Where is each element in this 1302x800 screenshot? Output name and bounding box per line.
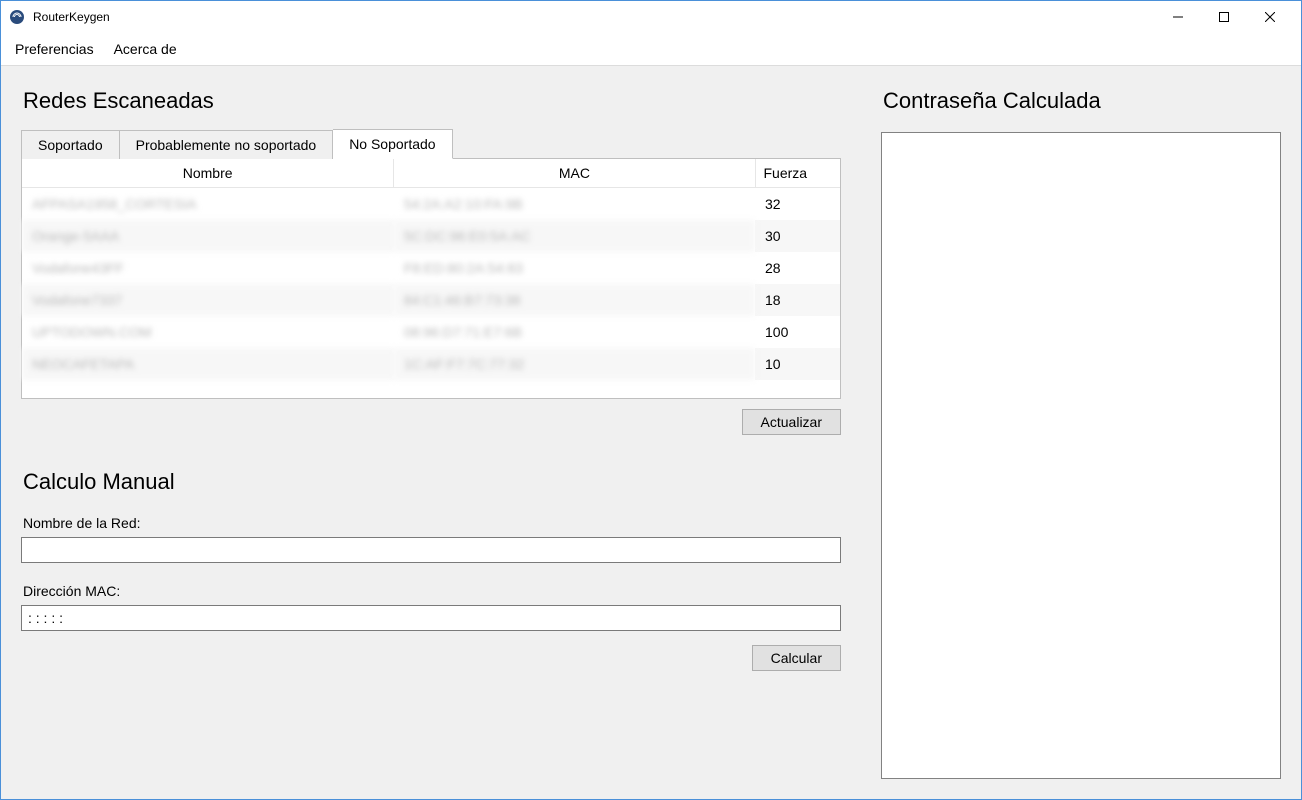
left-pane: Redes Escaneadas Soportado Probablemente…	[21, 82, 841, 779]
col-header-nombre[interactable]: Nombre	[22, 159, 394, 188]
minimize-button[interactable]	[1155, 1, 1201, 33]
cell-strength: 18	[755, 284, 840, 316]
scanned-heading: Redes Escaneadas	[23, 88, 841, 114]
cell-strength: 32	[755, 188, 840, 221]
result-heading: Contraseña Calculada	[883, 88, 1281, 114]
cell-mac: 08:96:D7:71:E7:6B	[394, 316, 755, 348]
tab-probablemente[interactable]: Probablemente no soportado	[120, 130, 334, 159]
ssid-input[interactable]	[21, 537, 841, 563]
mac-label: Dirección MAC:	[23, 583, 841, 599]
cell-mac: 54:2A:A2:10:FA:9B	[394, 188, 755, 221]
client-area: Redes Escaneadas Soportado Probablemente…	[1, 65, 1301, 799]
table-row[interactable]: UPTODOWN.COM08:96:D7:71:E7:6B100	[22, 316, 840, 348]
menubar: Preferencias Acerca de	[1, 33, 1301, 65]
table-row[interactable]: Vodafone43FFF8:ED:80:2A:54:8328	[22, 252, 840, 284]
right-pane: Contraseña Calculada	[881, 82, 1281, 779]
manual-heading: Calculo Manual	[23, 469, 841, 495]
tab-soportado[interactable]: Soportado	[21, 130, 120, 159]
table-row[interactable]: AFPASA1958_CORTESIA54:2A:A2:10:FA:9B32	[22, 188, 840, 221]
window-title: RouterKeygen	[33, 10, 110, 24]
networks-table: Nombre MAC Fuerza AFPASA1958_CORTESIA54:…	[21, 158, 841, 399]
cell-strength: 30	[755, 220, 840, 252]
cell-name: AFPASA1958_CORTESIA	[22, 188, 394, 221]
refresh-button[interactable]: Actualizar	[742, 409, 841, 435]
cell-mac: 84:C1:46:B7:73:38	[394, 284, 755, 316]
cell-mac: 1C:AF:F7:7C:77:32	[394, 348, 755, 380]
cell-name: NEOCAFETAPA	[22, 348, 394, 380]
mac-input[interactable]	[21, 605, 841, 631]
cell-strength: 10	[755, 348, 840, 380]
app-window: RouterKeygen Preferencias Acerca de Rede…	[0, 0, 1302, 800]
table-row[interactable]: NEOCAFETAPA1C:AF:F7:7C:77:3210	[22, 348, 840, 380]
tabs-row: Soportado Probablemente no soportado No …	[21, 128, 841, 158]
cell-strength: 28	[755, 252, 840, 284]
cell-name: UPTODOWN.COM	[22, 316, 394, 348]
result-output[interactable]	[881, 132, 1281, 779]
tab-no-soportado[interactable]: No Soportado	[333, 129, 452, 159]
menu-preferencias[interactable]: Preferencias	[9, 37, 100, 61]
menu-acerca-de[interactable]: Acerca de	[108, 37, 183, 61]
maximize-button[interactable]	[1201, 1, 1247, 33]
cell-mac: F8:ED:80:2A:54:83	[394, 252, 755, 284]
cell-name: Vodafone7337	[22, 284, 394, 316]
titlebar: RouterKeygen	[1, 1, 1301, 33]
cell-mac: 5C:DC:96:E0:5A:AC	[394, 220, 755, 252]
table-row[interactable]: Vodafone733784:C1:46:B7:73:3818	[22, 284, 840, 316]
app-icon	[9, 9, 25, 25]
cell-name: Orange-5AAA	[22, 220, 394, 252]
cell-name: Vodafone43FF	[22, 252, 394, 284]
table-row[interactable]: Orange-5AAA5C:DC:96:E0:5A:AC30	[22, 220, 840, 252]
close-button[interactable]	[1247, 1, 1293, 33]
calculate-button[interactable]: Calcular	[752, 645, 841, 671]
cell-strength: 100	[755, 316, 840, 348]
ssid-label: Nombre de la Red:	[23, 515, 841, 531]
col-header-mac[interactable]: MAC	[394, 159, 755, 188]
col-header-fuerza[interactable]: Fuerza	[755, 159, 840, 188]
